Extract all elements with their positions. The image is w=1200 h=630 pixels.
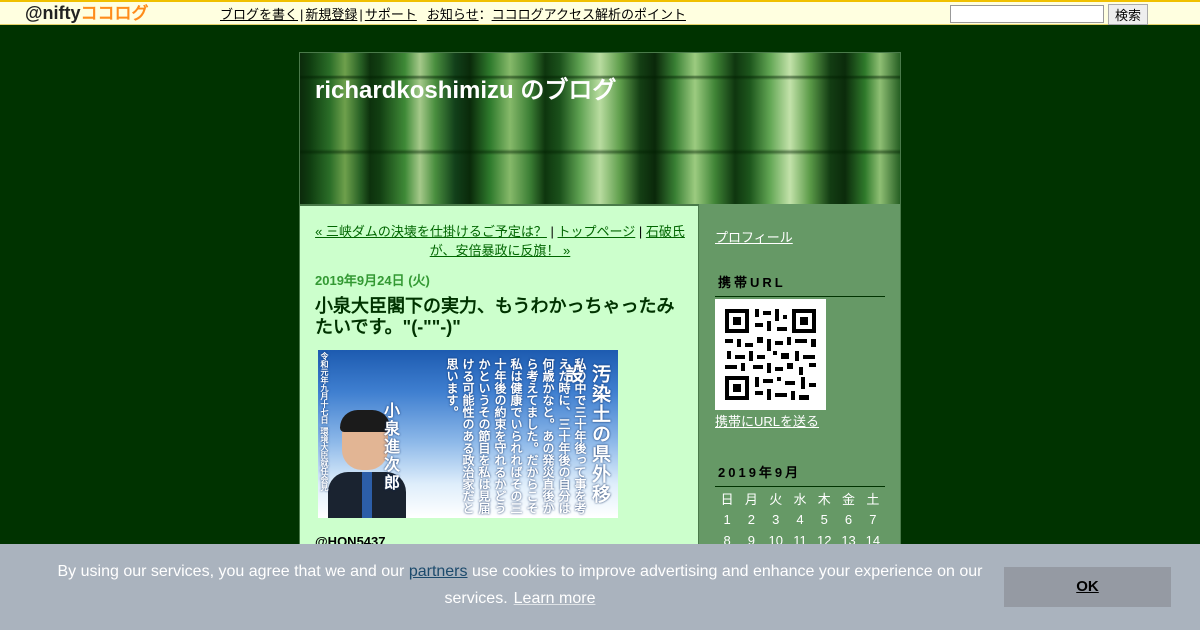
learn-more-link[interactable]: Learn more <box>514 590 596 607</box>
calendar-heading: 2019年9月 <box>715 462 885 487</box>
nav-divider: | <box>300 7 304 22</box>
calendar-day: 6 <box>844 512 853 527</box>
partners-link[interactable]: partners <box>409 563 468 580</box>
profile-link[interactable]: プロフィール <box>715 227 793 246</box>
news-label-link[interactable]: お知らせ <box>427 7 479 22</box>
calendar-day: 3 <box>772 512 780 527</box>
nifty-kokolog-logo[interactable]: @niftyココログ <box>25 3 149 24</box>
entry-image[interactable]: 令和元年九月十七日 環境大臣就任会見 小泉進次郎 私の中で三十年後って事を考えた… <box>318 350 618 518</box>
entry-navigation: « 三峡ダムの決壊を仕掛けるご予定は？ | トップページ | 石破氏が、安倍暴政… <box>315 224 685 258</box>
entry-date: 2019年9月24日 (火) <box>315 273 430 288</box>
cookie-text-before: By using our services, you agree that we… <box>57 563 409 580</box>
calendar-day: 5 <box>820 512 828 527</box>
write-blog-link[interactable]: ブログを書く <box>220 7 298 22</box>
nifty-logo-text: @nifty <box>25 3 81 23</box>
news-colon: ： <box>478 7 492 22</box>
top-page-link[interactable]: トップページ <box>558 224 636 239</box>
calendar-week: 1 2 3 4 5 6 7 <box>715 509 885 530</box>
calendar-day: 7 <box>869 512 877 527</box>
weekday: 火 <box>769 492 783 507</box>
prev-entry-link[interactable]: « 三峡ダムの決壊を仕掛けるご予定は？ <box>315 224 547 239</box>
bamboo-banner: richardkoshimizu のブログ <box>300 53 900 204</box>
image-date-text: 令和元年九月十七日 環境大臣就任会見 <box>320 352 330 491</box>
cookie-ok-button[interactable]: OK <box>1004 567 1171 607</box>
calendar-day: 4 <box>796 512 804 527</box>
cookie-message: By using our services, you agree that we… <box>40 558 1000 612</box>
blog-title[interactable]: richardkoshimizu のブログ <box>315 70 616 105</box>
calendar-day: 1 <box>723 512 731 527</box>
image-title-text: 汚染土の県外移設 <box>562 364 611 504</box>
news-link[interactable]: ココログアクセス解析のポイント <box>492 7 686 22</box>
cookie-consent-banner: By using our services, you agree that we… <box>0 544 1200 630</box>
weekday: 土 <box>866 492 880 507</box>
qr-code <box>715 299 826 410</box>
nav-divider: | <box>359 7 363 22</box>
weekday: 木 <box>817 492 831 507</box>
calendar: 日 月 火 水 木 金 土 1 2 3 4 5 6 7 8 9 10 11 12… <box>715 488 885 551</box>
image-signature: 小泉進次郎 <box>381 402 400 492</box>
weekday: 水 <box>793 492 807 507</box>
topbar-nav: ブログを書く | 新規登録 | サポート お知らせ：ココログアクセス解析のポイント <box>220 4 686 23</box>
search-button[interactable]: 検索 <box>1108 4 1148 25</box>
send-url-to-mobile-link[interactable]: 携帯にURLを送る <box>715 411 819 430</box>
calendar-day: 2 <box>747 512 756 527</box>
entry-title: 小泉大臣閣下の実力、もうわかっちゃったみたいです。"(-""-)" <box>315 296 675 337</box>
weekday: 日 <box>720 492 734 507</box>
calendar-weekdays: 日 月 火 水 木 金 土 <box>715 488 885 509</box>
nifty-topbar: @niftyココログ ブログを書く | 新規登録 | サポート お知らせ：ココログアクセス… <box>0 0 1200 25</box>
weekday: 月 <box>744 492 758 507</box>
weekday: 金 <box>842 492 856 507</box>
kokolog-logo-text: ココログ <box>80 4 149 23</box>
mobile-url-heading: 携帯URL <box>715 272 885 297</box>
search-input[interactable] <box>950 5 1104 23</box>
qr-code-icon <box>725 309 816 400</box>
register-link[interactable]: 新規登録 <box>305 7 357 22</box>
support-link[interactable]: サポート <box>365 7 417 22</box>
